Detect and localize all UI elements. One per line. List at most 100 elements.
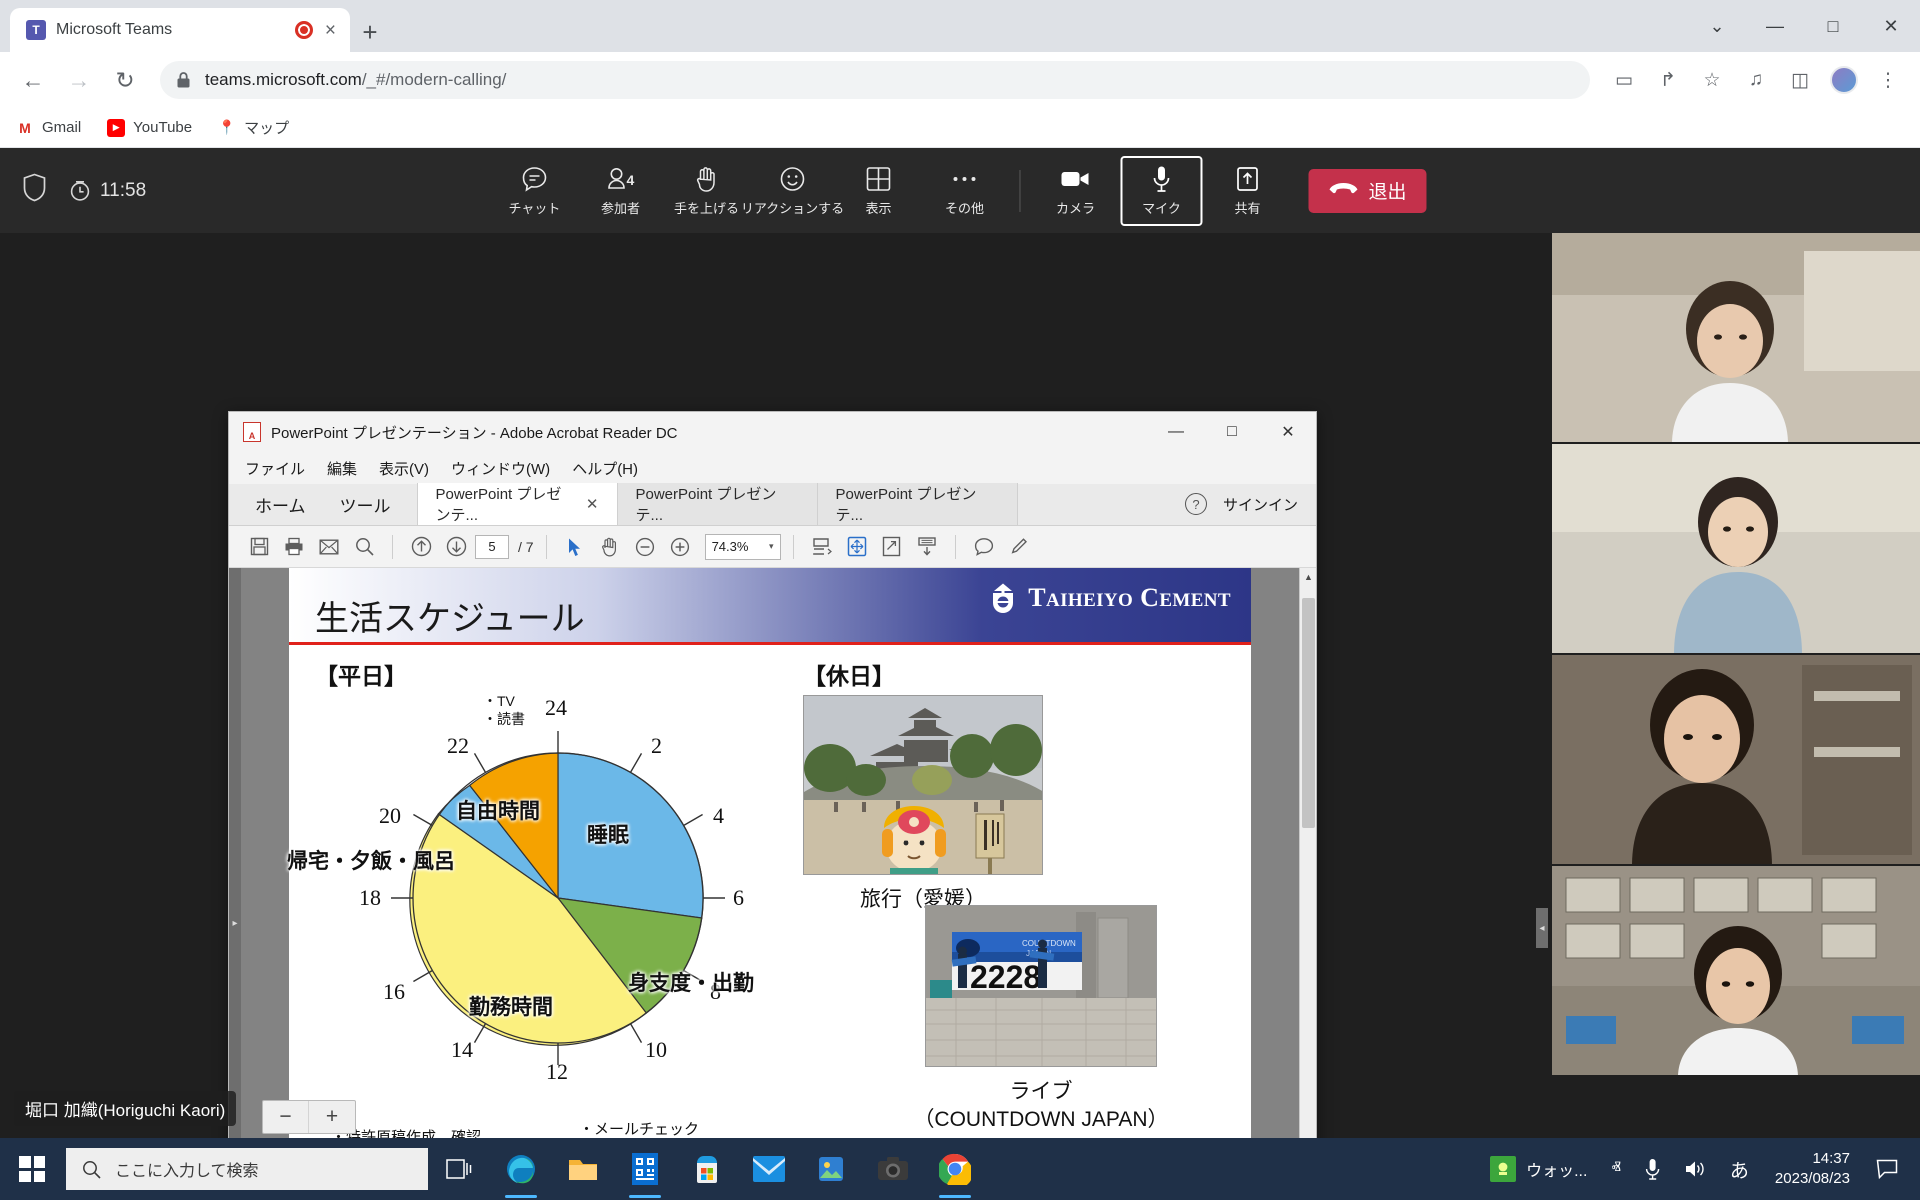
tray-volume-icon[interactable] bbox=[1672, 1138, 1718, 1200]
acrobat-doc-tab-3[interactable]: PowerPoint プレゼンテ... bbox=[817, 483, 1018, 525]
teams-control-camera[interactable]: カメラ bbox=[1034, 156, 1116, 226]
address-bar[interactable]: teams.microsoft.com/_#/modern-calling/ bbox=[160, 61, 1590, 99]
tab-search-chevron-icon[interactable]: ⌄ bbox=[1688, 0, 1746, 52]
page-number-input[interactable]: 5 bbox=[475, 534, 509, 559]
zoom-out-icon[interactable] bbox=[629, 531, 661, 563]
close-button[interactable]: ✕ bbox=[1862, 0, 1920, 52]
participant-tile[interactable] bbox=[1552, 655, 1920, 866]
leave-meeting-button[interactable]: 退出 bbox=[1308, 168, 1427, 213]
hand-tool-icon[interactable] bbox=[594, 531, 626, 563]
leave-button-label: 退出 bbox=[1368, 182, 1407, 203]
search-icon[interactable] bbox=[348, 531, 380, 563]
tray-ime-indicator[interactable]: あ bbox=[1718, 1138, 1761, 1200]
save-icon[interactable] bbox=[243, 531, 275, 563]
help-icon[interactable]: ? bbox=[1184, 493, 1207, 515]
menu-file[interactable]: ファイル bbox=[245, 458, 305, 479]
task-view-icon[interactable] bbox=[428, 1138, 490, 1200]
zoom-level-select[interactable]: 74.3% ▾ bbox=[704, 533, 781, 560]
tray-watch-app[interactable]: ウォッ... bbox=[1478, 1156, 1599, 1182]
fit-page-icon[interactable] bbox=[841, 531, 873, 563]
acrobat-title-bar[interactable]: A PowerPoint プレゼンテーション - Adobe Acrobat R… bbox=[229, 412, 1316, 452]
camera-icon[interactable] bbox=[862, 1138, 924, 1200]
teams-control-microphone[interactable]: マイク bbox=[1120, 155, 1203, 226]
menu-window[interactable]: ウィンドウ(W) bbox=[451, 458, 550, 479]
full-screen-icon[interactable] bbox=[876, 531, 908, 563]
acrobat-minimize-button[interactable]: — bbox=[1148, 412, 1204, 452]
sign-in-link[interactable]: サインイン bbox=[1223, 494, 1298, 515]
highlight-icon[interactable] bbox=[1003, 531, 1035, 563]
right-panel-handle[interactable]: ◂ bbox=[1536, 908, 1548, 948]
people-icon: 4 bbox=[603, 164, 637, 194]
acrobat-close-button[interactable]: ✕ bbox=[1260, 412, 1316, 452]
menu-help[interactable]: ヘルプ(H) bbox=[572, 458, 638, 479]
teams-control-participants[interactable]: 4 参加者 bbox=[579, 156, 661, 226]
share-icon[interactable]: ↱ bbox=[1650, 62, 1686, 98]
media-control-icon[interactable]: ♫ bbox=[1738, 62, 1774, 98]
next-page-icon[interactable] bbox=[440, 531, 472, 563]
participant-tile[interactable] bbox=[1552, 233, 1920, 444]
previous-page-icon[interactable] bbox=[405, 531, 437, 563]
new-tab-button[interactable]: + bbox=[350, 12, 390, 52]
scroll-mode-icon[interactable] bbox=[911, 531, 943, 563]
teams-control-reactions[interactable]: リアクションする bbox=[741, 156, 844, 226]
document-scrollbar[interactable]: ▲ ▼ bbox=[1299, 568, 1316, 1200]
watch-app-icon bbox=[1490, 1156, 1517, 1182]
tab-close-button[interactable]: × bbox=[323, 21, 338, 40]
taskbar-search-input[interactable]: ここに入力して検索 bbox=[66, 1148, 428, 1190]
zoom-out-button[interactable]: − bbox=[263, 1101, 309, 1133]
teams-control-more[interactable]: その他 bbox=[923, 156, 1005, 226]
bookmark-star-icon[interactable]: ☆ bbox=[1694, 62, 1730, 98]
scrollbar-thumb[interactable] bbox=[1302, 598, 1315, 828]
tab-tools[interactable]: ツール bbox=[340, 492, 391, 517]
print-icon[interactable] bbox=[278, 531, 310, 563]
chrome-icon[interactable] bbox=[924, 1138, 986, 1200]
back-icon[interactable]: ← bbox=[14, 61, 52, 99]
teams-control-raise-hand[interactable]: 手を上げる bbox=[665, 156, 747, 226]
bookmark-youtube[interactable]: ▶ YouTube bbox=[107, 118, 192, 137]
notification-center-icon[interactable] bbox=[1864, 1138, 1910, 1200]
qr-app-icon[interactable] bbox=[614, 1138, 676, 1200]
minimize-button[interactable]: — bbox=[1746, 0, 1804, 52]
maximize-button[interactable]: □ bbox=[1804, 0, 1862, 52]
browser-menu-icon[interactable]: ⋮ bbox=[1870, 62, 1906, 98]
acrobat-maximize-button[interactable]: □ bbox=[1204, 412, 1260, 452]
bookmark-gmail[interactable]: M Gmail bbox=[16, 119, 81, 137]
windows-start-icon[interactable] bbox=[0, 1138, 64, 1200]
tab-home[interactable]: ホーム bbox=[255, 492, 306, 517]
stage-zoom-controls[interactable]: − + bbox=[262, 1100, 356, 1134]
forward-icon[interactable]: → bbox=[60, 61, 98, 99]
participant-tile[interactable] bbox=[1552, 866, 1920, 1077]
scroll-up-icon[interactable]: ▲ bbox=[1300, 568, 1316, 585]
teams-control-chat[interactable]: チャット bbox=[493, 156, 575, 226]
profile-avatar[interactable] bbox=[1826, 62, 1862, 98]
zoom-in-icon[interactable] bbox=[664, 531, 696, 563]
select-tool-icon[interactable] bbox=[559, 531, 591, 563]
mail-icon[interactable] bbox=[738, 1138, 800, 1200]
comment-icon[interactable] bbox=[968, 531, 1000, 563]
acrobat-doc-tab-1[interactable]: PowerPoint プレゼンテ... ✕ bbox=[417, 483, 618, 525]
tray-chevron-icon[interactable]: ⱏ bbox=[1599, 1138, 1632, 1200]
fit-width-icon[interactable] bbox=[806, 531, 838, 563]
bookmark-maps[interactable]: 📍 マップ bbox=[218, 117, 289, 138]
email-icon[interactable] bbox=[313, 531, 345, 563]
teams-control-view[interactable]: 表示 bbox=[837, 156, 919, 226]
menu-view[interactable]: 表示(V) bbox=[379, 458, 429, 479]
browser-tab[interactable]: T Microsoft Teams × bbox=[10, 8, 350, 52]
acrobat-doc-tab-2[interactable]: PowerPoint プレゼンテ... bbox=[617, 483, 818, 525]
reload-icon[interactable]: ↻ bbox=[106, 61, 144, 99]
zoom-in-button[interactable]: + bbox=[309, 1101, 355, 1133]
company-name: TAIHEIYO CEMENT bbox=[1028, 583, 1231, 612]
doc-tab-close-icon[interactable]: ✕ bbox=[586, 495, 599, 513]
tray-microphone-icon[interactable] bbox=[1633, 1138, 1672, 1200]
file-explorer-icon[interactable] bbox=[552, 1138, 614, 1200]
teams-control-share[interactable]: 共有 bbox=[1206, 156, 1288, 226]
cast-icon[interactable]: ▭ bbox=[1606, 62, 1642, 98]
tray-clock[interactable]: 14:37 2023/08/23 bbox=[1761, 1149, 1864, 1190]
microsoft-store-icon[interactable] bbox=[676, 1138, 738, 1200]
side-panel-icon[interactable]: ◫ bbox=[1782, 62, 1818, 98]
menu-edit[interactable]: 編集 bbox=[327, 458, 357, 479]
photos-icon[interactable] bbox=[800, 1138, 862, 1200]
life-schedule-pie-chart: 24 2 4 6 8 10 12 14 16 18 20 22 睡眠 身支度・出… bbox=[287, 693, 799, 1127]
participant-tile[interactable] bbox=[1552, 444, 1920, 655]
edge-icon[interactable] bbox=[490, 1138, 552, 1200]
